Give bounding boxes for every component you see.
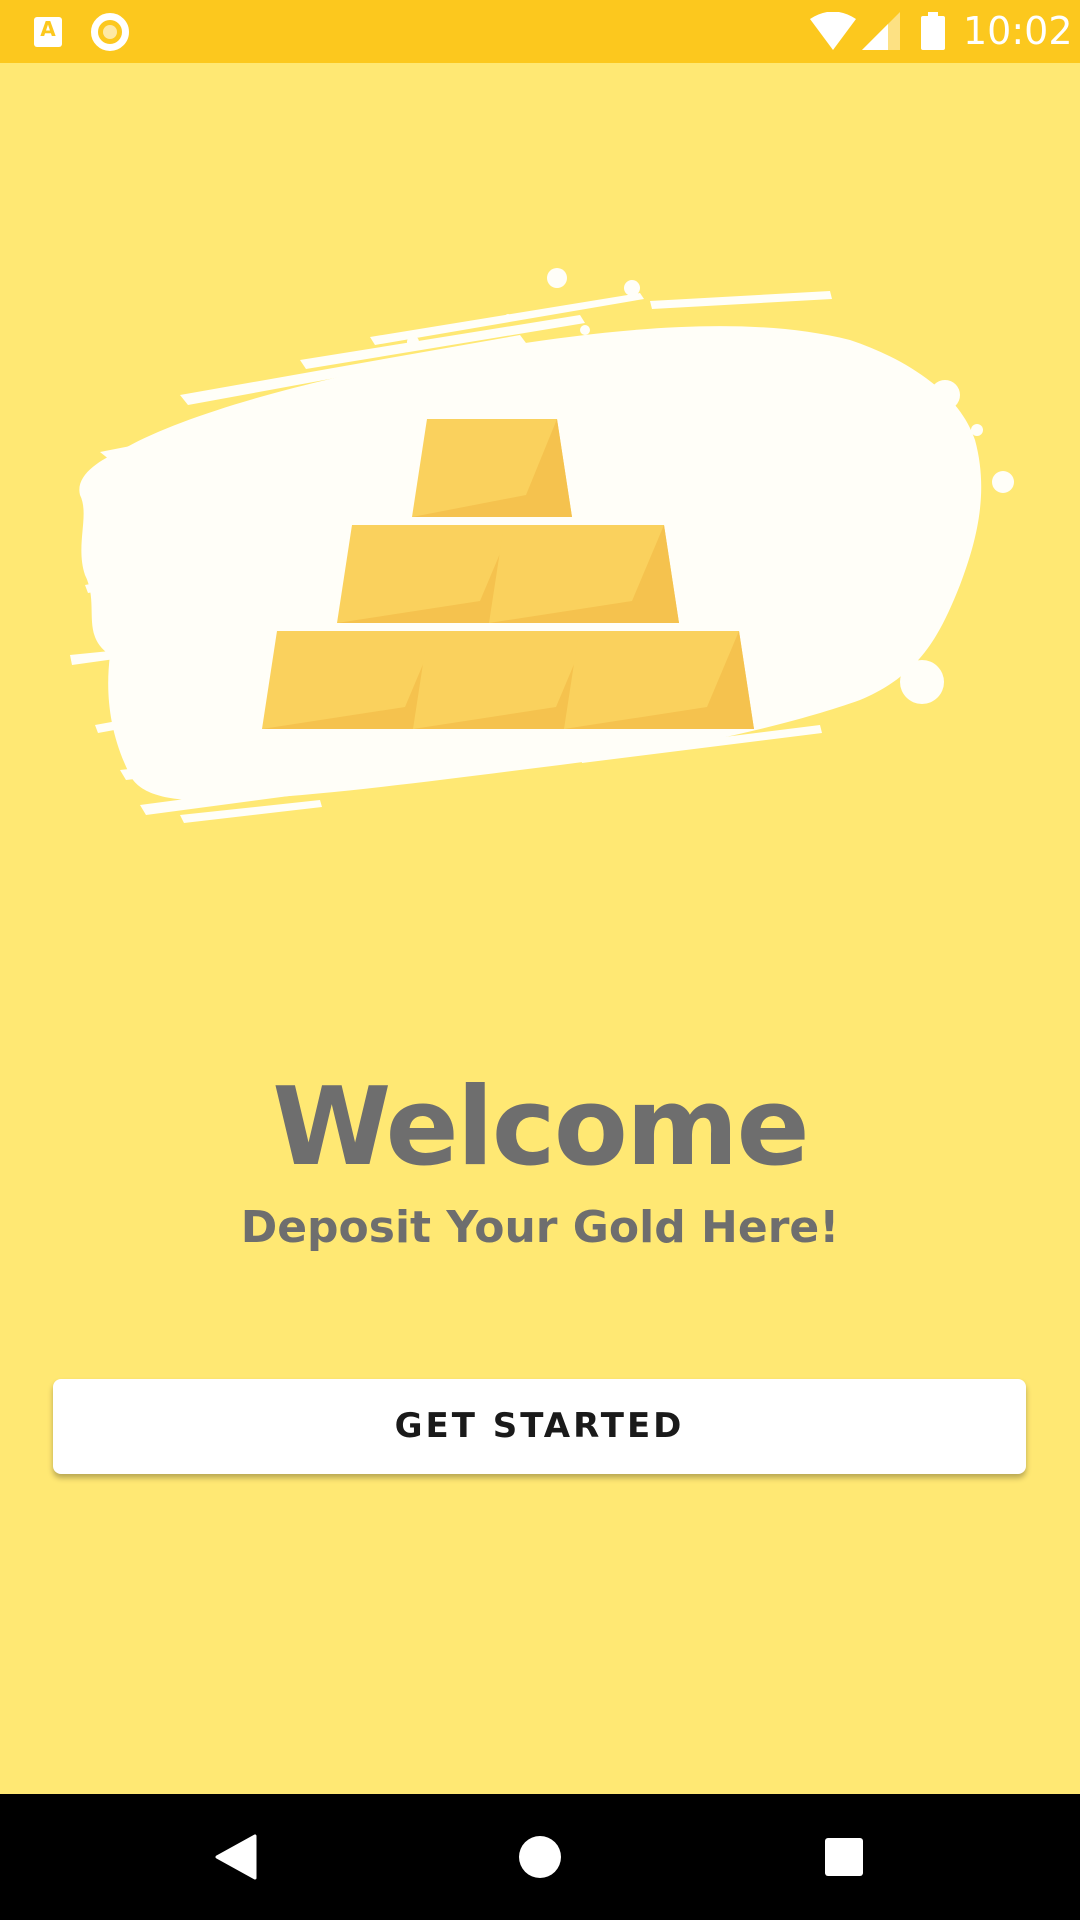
recents-button[interactable] xyxy=(774,1794,914,1920)
ring-app-icon xyxy=(91,13,129,51)
welcome-screen: A 10:02 Welcome Deposit Your Gold Here! … xyxy=(0,0,1080,1920)
navigation-bar xyxy=(0,1794,1080,1920)
back-button[interactable] xyxy=(166,1794,306,1920)
gold-bar xyxy=(564,631,754,729)
back-icon xyxy=(215,1834,257,1880)
get-started-button[interactable]: GET STARTED xyxy=(53,1379,1026,1474)
status-time: 10:02 xyxy=(963,9,1073,53)
gold-bars-illustration xyxy=(70,268,1014,823)
battery-icon xyxy=(921,12,945,50)
gold-bar xyxy=(489,525,679,623)
status-bar: A 10:02 xyxy=(0,0,1080,63)
welcome-subtitle: Deposit Your Gold Here! xyxy=(240,1202,840,1253)
wifi-icon xyxy=(810,12,856,50)
signal-icon xyxy=(862,12,900,50)
welcome-title: Welcome xyxy=(272,1065,810,1190)
gold-bar xyxy=(412,419,572,517)
recents-icon xyxy=(825,1838,863,1876)
home-button[interactable] xyxy=(470,1794,610,1920)
home-icon xyxy=(519,1836,561,1878)
a-app-icon: A xyxy=(34,17,62,47)
